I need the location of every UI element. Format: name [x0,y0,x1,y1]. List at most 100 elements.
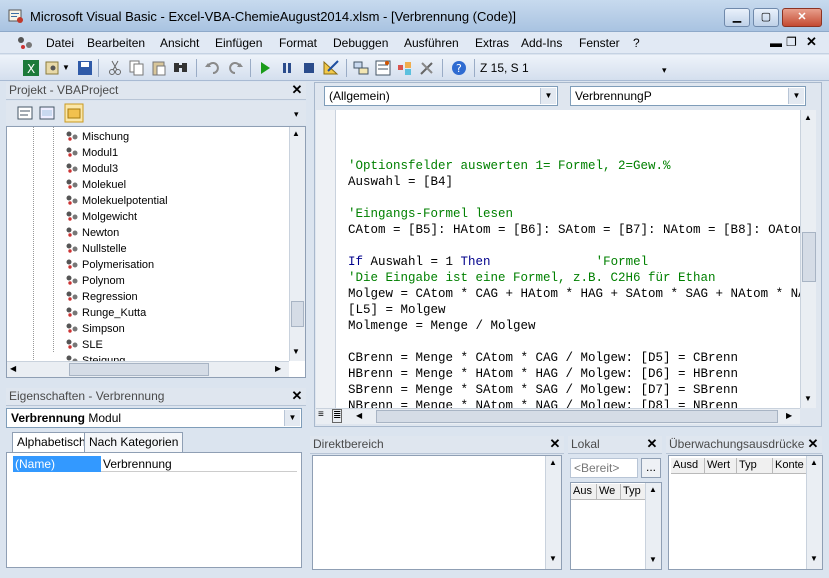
scroll-down-icon[interactable]: ▼ [810,554,818,563]
tree-item-polynom[interactable]: Polynom [65,273,168,289]
chevron-down-icon[interactable]: ▼ [284,410,300,426]
code-line[interactable]: NBrenn = Menge * NAtom * NAG / Molgew: [… [348,398,800,408]
code-hscroll-thumb[interactable] [376,410,778,423]
code-line[interactable] [348,190,800,206]
scroll-up-icon[interactable]: ▲ [810,458,818,467]
view-code-icon[interactable] [16,104,34,122]
scroll-right-icon[interactable]: ▶ [786,411,792,420]
tree-item-molekuelpotential[interactable]: Molekuelpotential [65,193,168,209]
mdi-restore-icon[interactable]: ❐ [786,35,797,49]
maximize-icon[interactable]: ▢ [753,8,779,27]
procedure-combo[interactable]: VerbrennungP ▼ [570,86,806,106]
procedure-view-icon[interactable]: ≡ [318,409,324,420]
menu-help[interactable]: ? [633,36,640,50]
code-line[interactable]: Molgew = CAtom * CAG + HAtom * HAG + SAt… [348,286,800,302]
insert-dropdown-icon[interactable]: ▼ [62,63,70,72]
locals-col-ausdruck[interactable]: Aus [571,484,597,500]
menu-bearbeiten[interactable]: Bearbeiten [87,36,145,50]
menu-extras[interactable]: Extras [475,36,509,50]
chevron-down-icon[interactable]: ▼ [788,88,804,104]
redo-icon[interactable] [226,59,244,77]
copy-icon[interactable] [128,59,146,77]
code-line[interactable] [348,142,800,158]
toggle-folders-icon[interactable] [64,103,84,123]
locals-vscroll[interactable]: ▲ ▼ [645,483,661,569]
menu-einfuegen[interactable]: Einfügen [215,36,262,50]
locals-panel-close-icon[interactable]: ✕ [645,437,659,451]
tree-item-molekuel[interactable]: Molekuel [65,177,168,193]
excel-icon[interactable]: X [22,59,40,77]
object-combo[interactable]: (Allgemein) ▼ [324,86,558,106]
tree-item-newton[interactable]: Newton [65,225,168,241]
properties-object-select[interactable]: Verbrennung Modul ▼ [6,408,302,428]
code-hscroll[interactable]: ≡ ≣ ◀ ▶ [316,408,800,424]
tab-alphabetisch[interactable]: Alphabetisch [12,432,91,452]
view-object-icon[interactable] [38,104,56,122]
code-vscroll-thumb[interactable] [802,232,816,282]
watch-col-typ[interactable]: Typ [737,458,773,474]
paste-icon[interactable] [150,59,168,77]
save-icon[interactable] [76,59,94,77]
scroll-down-icon[interactable]: ▼ [549,554,557,563]
watch-vscroll[interactable]: ▲ ▼ [806,456,822,569]
immediate-panel-close-icon[interactable]: ✕ [548,437,562,451]
tree-item-modul1[interactable]: Modul1 [65,145,168,161]
locals-col-wert[interactable]: We [597,484,621,500]
menu-ansicht[interactable]: Ansicht [160,36,199,50]
break-icon[interactable] [278,59,296,77]
project-toolbar-overflow-icon[interactable]: ▾ [294,109,299,120]
design-mode-icon[interactable] [322,59,340,77]
tree-item-polymerisation[interactable]: Polymerisation [65,257,168,273]
menu-ausfuehren[interactable]: Ausführen [404,36,459,50]
code-line[interactable]: CAtom = [B5]: HAtom = [B6]: SAtom = [B7]… [348,222,800,238]
tree-item-runge-kutta[interactable]: Runge_Kutta [65,305,168,321]
scroll-up-icon[interactable]: ▲ [549,458,557,467]
scroll-up-icon[interactable]: ▲ [804,113,812,122]
tree-item-regression[interactable]: Regression [65,289,168,305]
module-icon[interactable] [15,35,37,51]
locals-col-typ[interactable]: Typ [621,484,647,500]
run-icon[interactable] [256,59,274,77]
scroll-right-icon[interactable]: ▶ [275,364,281,373]
properties-icon[interactable] [374,59,392,77]
watch-col-kontext[interactable]: Konte [773,458,807,474]
chevron-down-icon[interactable]: ▼ [540,88,556,104]
tree-item-nullstelle[interactable]: Nullstelle [65,241,168,257]
code-line[interactable]: 'Die Eingabe ist eine Formel, z.B. C2H6 … [348,270,800,286]
insert-module-icon[interactable] [44,59,62,77]
properties-panel-close-icon[interactable]: ✕ [290,389,304,403]
minimize-icon[interactable]: ▁ [724,8,750,27]
project-explorer-icon[interactable] [352,59,370,77]
scroll-left-icon[interactable]: ◀ [356,411,362,420]
project-tree-vscroll-thumb[interactable] [291,301,304,327]
code-line[interactable]: SBrenn = Menge * SAtom * SAG / Molgew: [… [348,382,800,398]
property-value[interactable]: Verbrennung [101,456,297,472]
menu-datei[interactable]: Datei [46,36,74,50]
code-line[interactable]: If Auswahl = 1 Then 'Formel [348,254,800,270]
watch-panel-close-icon[interactable]: ✕ [806,437,820,451]
code-line[interactable]: 'Eingangs-Formel lesen [348,206,800,222]
scroll-left-icon[interactable]: ◀ [10,364,16,373]
close-icon[interactable]: ✕ [782,8,822,27]
code-line[interactable]: HBrenn = Menge * HAtom * HAG / Molgew: [… [348,366,800,382]
property-name[interactable]: (Name) [13,456,101,472]
menu-fenster[interactable]: Fenster [579,36,620,50]
code-line[interactable] [348,238,800,254]
mdi-minimize-icon[interactable]: ▬ [770,36,782,50]
code-line[interactable]: 'Optionsfelder auswerten 1= Formel, 2=Ge… [348,158,800,174]
scroll-down-icon[interactable]: ▼ [292,347,300,356]
scroll-up-icon[interactable]: ▲ [292,129,300,138]
watch-col-wert[interactable]: Wert [705,458,737,474]
immediate-window[interactable]: ▲ ▼ [312,455,562,570]
scroll-up-icon[interactable]: ▲ [649,485,657,494]
code-vscroll[interactable]: ▲ ▼ [800,110,816,408]
code-line[interactable]: CBrenn = Menge * CAtom * CAG / Molgew: [… [348,350,800,366]
tree-item-modul3[interactable]: Modul3 [65,161,168,177]
toolbox-icon[interactable] [418,59,436,77]
code-line[interactable]: Molmenge = Menge / Molgew [348,318,800,334]
tree-item-simpson[interactable]: Simpson [65,321,168,337]
code-line[interactable]: [L5] = Molgew [348,302,800,318]
locals-ellipsis-button[interactable]: ... [641,458,661,478]
project-panel-close-icon[interactable]: ✕ [290,83,304,97]
object-browser-icon[interactable] [396,59,414,77]
